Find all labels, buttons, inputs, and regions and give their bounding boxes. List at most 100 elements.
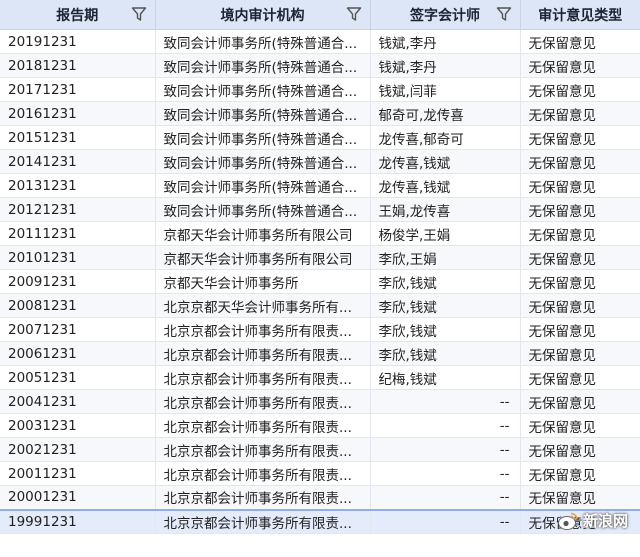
table-row[interactable]: 20021231 北京京都会计师事务所有限责... -- 无保留意见 <box>0 437 640 462</box>
cell-audit-firm: 致同会计师事务所(特殊普通合... <box>155 77 371 102</box>
cell-report-period: 20061231 <box>0 341 156 366</box>
filter-icon[interactable] <box>346 6 362 22</box>
table-row[interactable]: 20101231 京都天华会计师事务所有限公司 李欣,王娟 无保留意见 <box>0 245 640 270</box>
table-row[interactable]: 20081231 北京京都天华会计师事务所有... 李欣,钱斌 无保留意见 <box>0 293 640 318</box>
header-label: 审计意见类型 <box>538 7 623 24</box>
cell-audit-firm: 致同会计师事务所(特殊普通合... <box>155 29 371 54</box>
cell-audit-firm: 北京京都会计师事务所有限责... <box>155 485 371 510</box>
header-label: 报告期 <box>56 7 99 24</box>
header-label: 签字会计师 <box>410 7 480 24</box>
cell-audit-firm: 北京京都会计师事务所有限责... <box>155 365 371 390</box>
table-row[interactable]: 20061231 北京京都会计师事务所有限责... 李欣,钱斌 无保留意见 <box>0 341 640 366</box>
table-row[interactable]: 20041231 北京京都会计师事务所有限责... -- 无保留意见 <box>0 389 640 414</box>
watermark: 新浪网 <box>557 510 628 531</box>
cell-report-period: 19991231 <box>0 508 156 534</box>
filter-icon[interactable] <box>496 6 512 22</box>
cell-opinion-type: 无保留意见 <box>520 485 640 510</box>
table-row[interactable]: 20091231 京都天华会计师事务所 李欣,钱斌 无保留意见 <box>0 269 640 294</box>
cell-opinion-type: 无保留意见 <box>520 317 640 342</box>
table-row[interactable]: 20161231 致同会计师事务所(特殊普通合... 郁奇可,龙传喜 无保留意见 <box>0 101 640 126</box>
cell-signing-cpa: -- <box>370 485 521 510</box>
cell-audit-firm: 致同会计师事务所(特殊普通合... <box>155 101 371 126</box>
cell-opinion-type: 无保留意见 <box>520 437 640 462</box>
cell-audit-firm: 北京京都会计师事务所有限责... <box>155 317 371 342</box>
cell-report-period: 20071231 <box>0 317 156 342</box>
cell-signing-cpa: 李欣,王娟 <box>370 245 521 270</box>
cell-opinion-type: 无保留意见 <box>520 53 640 78</box>
table-row[interactable]: 20031231 北京京都会计师事务所有限责... -- 无保留意见 <box>0 413 640 438</box>
cell-opinion-type: 无保留意见 <box>520 125 640 150</box>
cell-report-period: 20171231 <box>0 77 156 102</box>
cell-report-period: 20081231 <box>0 293 156 318</box>
cell-audit-firm: 京都天华会计师事务所 <box>155 269 371 294</box>
cell-signing-cpa: 钱斌,闫菲 <box>370 77 521 102</box>
cell-audit-firm: 致同会计师事务所(特殊普通合... <box>155 125 371 150</box>
cell-report-period: 20031231 <box>0 413 156 438</box>
cell-audit-firm: 致同会计师事务所(特殊普通合... <box>155 197 371 222</box>
cell-report-period: 20131231 <box>0 173 156 198</box>
cell-opinion-type: 无保留意见 <box>520 413 640 438</box>
table-row[interactable]: 20071231 北京京都会计师事务所有限责... 李欣,钱斌 无保留意见 <box>0 317 640 342</box>
cell-opinion-type: 无保留意见 <box>520 389 640 414</box>
cell-audit-firm: 北京京都会计师事务所有限责... <box>155 508 371 534</box>
cell-signing-cpa: 李欣,钱斌 <box>370 341 521 366</box>
cell-audit-firm: 京都天华会计师事务所有限公司 <box>155 245 371 270</box>
cell-report-period: 20141231 <box>0 149 156 174</box>
cell-report-period: 20001231 <box>0 485 156 510</box>
cell-report-period: 20101231 <box>0 245 156 270</box>
table-row[interactable]: 20001231 北京京都会计师事务所有限责... -- 无保留意见 <box>0 485 640 510</box>
cell-opinion-type: 无保留意见 <box>520 197 640 222</box>
table-row[interactable]: 19991231北京京都会计师事务所有限责...--无保留意见 <box>0 508 640 534</box>
cell-signing-cpa: -- <box>370 389 521 414</box>
cell-report-period: 20111231 <box>0 221 156 246</box>
cell-opinion-type: 无保留意见 <box>520 221 640 246</box>
sina-logo-icon <box>557 512 578 530</box>
cell-report-period: 20181231 <box>0 53 156 78</box>
cell-opinion-type: 无保留意见 <box>520 341 640 366</box>
cell-opinion-type: 无保留意见 <box>520 461 640 486</box>
table-row[interactable]: 20051231 北京京都会计师事务所有限责... 纪梅,钱斌 无保留意见 <box>0 365 640 390</box>
audit-table: 报告期 境内审计机构 签字会计师 审计意见类型 20191231 致同会计师事务所… <box>0 0 640 534</box>
cell-signing-cpa: -- <box>370 508 521 534</box>
filter-icon[interactable] <box>131 6 147 22</box>
cell-opinion-type: 无保留意见 <box>520 29 640 54</box>
header-signing-cpa[interactable]: 签字会计师 <box>370 0 521 30</box>
cell-report-period: 20151231 <box>0 125 156 150</box>
table-row[interactable]: 20171231 致同会计师事务所(特殊普通合... 钱斌,闫菲 无保留意见 <box>0 77 640 102</box>
header-opinion-type[interactable]: 审计意见类型 <box>520 0 640 30</box>
cell-report-period: 20051231 <box>0 365 156 390</box>
cell-report-period: 20041231 <box>0 389 156 414</box>
table-row[interactable]: 20121231 致同会计师事务所(特殊普通合... 王娟,龙传喜 无保留意见 <box>0 197 640 222</box>
cell-signing-cpa: 王娟,龙传喜 <box>370 197 521 222</box>
cell-signing-cpa: 龙传喜,钱斌 <box>370 173 521 198</box>
table-row[interactable]: 20191231 致同会计师事务所(特殊普通合... 钱斌,李丹 无保留意见 <box>0 29 640 54</box>
table-row[interactable]: 20131231 致同会计师事务所(特殊普通合... 龙传喜,钱斌 无保留意见 <box>0 173 640 198</box>
cell-audit-firm: 北京京都会计师事务所有限责... <box>155 389 371 414</box>
table-row[interactable]: 20141231 致同会计师事务所(特殊普通合... 龙传喜,钱斌 无保留意见 <box>0 149 640 174</box>
cell-signing-cpa: 李欣,钱斌 <box>370 317 521 342</box>
cell-signing-cpa: 杨俊学,王娟 <box>370 221 521 246</box>
table-row[interactable]: 20011231 北京京都会计师事务所有限责... -- 无保留意见 <box>0 461 640 486</box>
cell-signing-cpa: -- <box>370 437 521 462</box>
cell-signing-cpa: 李欣,钱斌 <box>370 269 521 294</box>
table-header: 报告期 境内审计机构 签字会计师 审计意见类型 <box>0 0 640 30</box>
cell-signing-cpa: 郁奇可,龙传喜 <box>370 101 521 126</box>
cell-report-period: 20011231 <box>0 461 156 486</box>
table-row[interactable]: 20181231 致同会计师事务所(特殊普通合... 钱斌,李丹 无保留意见 <box>0 53 640 78</box>
cell-audit-firm: 北京京都会计师事务所有限责... <box>155 413 371 438</box>
cell-audit-firm: 北京京都会计师事务所有限责... <box>155 437 371 462</box>
cell-signing-cpa: -- <box>370 413 521 438</box>
cell-opinion-type: 无保留意见 <box>520 269 640 294</box>
cell-audit-firm: 北京京都会计师事务所有限责... <box>155 461 371 486</box>
cell-opinion-type: 无保留意见 <box>520 365 640 390</box>
cell-signing-cpa: 钱斌,李丹 <box>370 29 521 54</box>
cell-report-period: 20021231 <box>0 437 156 462</box>
header-audit-firm[interactable]: 境内审计机构 <box>155 0 371 30</box>
cell-signing-cpa: 龙传喜,钱斌 <box>370 149 521 174</box>
cell-signing-cpa: 龙传喜,郁奇可 <box>370 125 521 150</box>
table-row[interactable]: 20111231 京都天华会计师事务所有限公司 杨俊学,王娟 无保留意见 <box>0 221 640 246</box>
table-row[interactable]: 20151231 致同会计师事务所(特殊普通合... 龙传喜,郁奇可 无保留意见 <box>0 125 640 150</box>
cell-report-period: 20191231 <box>0 29 156 54</box>
header-report-period[interactable]: 报告期 <box>0 0 156 30</box>
cell-opinion-type: 无保留意见 <box>520 293 640 318</box>
